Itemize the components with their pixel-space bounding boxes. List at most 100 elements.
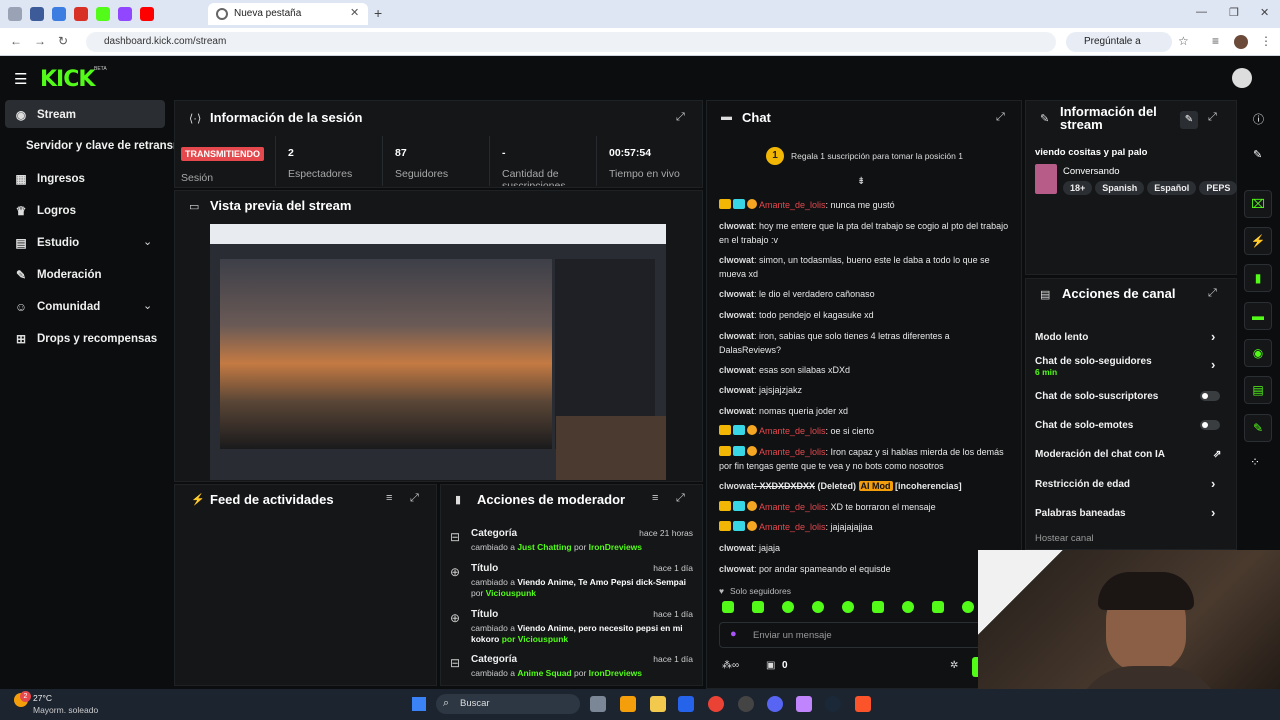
sidebar-item-stream[interactable]: ◉ Stream <box>14 108 76 122</box>
subs-only-toggle[interactable] <box>1200 391 1220 401</box>
chat-username[interactable]: clwowat <box>719 289 754 299</box>
emote-icon[interactable] <box>782 601 794 613</box>
active-tab[interactable]: Nueva pestaña ✕ <box>208 3 368 25</box>
file-explorer-icon[interactable] <box>590 696 606 712</box>
chat-username[interactable]: Amante_de_lolis <box>759 522 826 532</box>
reload-icon[interactable]: ↻ <box>58 34 68 48</box>
store-icon[interactable] <box>678 696 694 712</box>
sidebar-item-logros[interactable]: ♛ Logros <box>14 204 76 218</box>
profile-avatar[interactable] <box>1234 35 1248 49</box>
emote-icon[interactable] <box>842 601 854 613</box>
copilot-icon[interactable] <box>620 696 636 712</box>
rail-button-actions[interactable]: ▤ <box>1244 376 1272 404</box>
chat-input[interactable]: ● Enviar un mensaje <box>719 622 981 648</box>
popout-icon[interactable]: ⤢ <box>1208 287 1217 300</box>
emote-icon[interactable] <box>752 601 764 613</box>
chat-username[interactable]: clwowat <box>719 221 754 231</box>
age-restriction-row[interactable]: Restricción de edad › <box>1035 476 1225 491</box>
restore-icon[interactable]: ❐ <box>1229 6 1239 19</box>
emote-icon[interactable] <box>722 601 734 613</box>
mod-action-user[interactable]: IronDreviews <box>589 542 642 552</box>
gift-sub-text[interactable]: Regala 1 suscripción para tomar la posic… <box>791 151 963 161</box>
chat-username[interactable]: clwowat <box>719 564 754 574</box>
youtube-tab-icon[interactable] <box>140 7 154 21</box>
settings-gear-icon[interactable]: ✲ <box>950 660 958 671</box>
mod-action-user[interactable]: por Viciouspunk <box>499 634 568 644</box>
taskbar-search[interactable]: ⌕ Buscar <box>436 694 580 714</box>
chevron-down-icon[interactable]: ⌄ <box>143 299 152 312</box>
tab-icon[interactable] <box>52 7 66 21</box>
kick-logo[interactable]: KICK <box>40 67 95 92</box>
bookmark-star-icon[interactable]: ☆ <box>1178 34 1189 48</box>
followers-only-row[interactable]: Chat de solo-seguidores 6 min › <box>1035 356 1225 378</box>
chat-username[interactable]: clwowat <box>719 365 754 375</box>
slow-mode-row[interactable]: Modo lento › <box>1035 329 1225 344</box>
app-icon[interactable] <box>796 696 812 712</box>
user-avatar[interactable] <box>1232 68 1252 88</box>
chat-username[interactable]: clwowat <box>719 310 754 320</box>
scroll-down-icon[interactable]: ⇟ <box>857 176 865 187</box>
brave-icon[interactable] <box>855 696 871 712</box>
popout-icon[interactable]: ⤢ <box>410 492 419 505</box>
sidebar-item-server-key[interactable]: Servidor y clave de retransm <box>26 140 183 152</box>
filter-icon[interactable]: ≡ <box>386 492 392 504</box>
close-window-icon[interactable]: ✕ <box>1260 6 1269 19</box>
chat-username[interactable]: Amante_de_lolis <box>759 502 826 512</box>
emote-icon[interactable] <box>872 601 884 613</box>
mod-action-value[interactable]: Anime Squad <box>517 668 571 678</box>
minimize-icon[interactable]: — <box>1196 6 1207 18</box>
back-icon[interactable]: ← <box>10 34 22 48</box>
mod-action-user[interactable]: Viciouspunk <box>486 588 536 598</box>
tab-icon[interactable] <box>30 7 44 21</box>
filter-icon[interactable]: ≡ <box>652 492 658 504</box>
emote-icon[interactable] <box>962 601 974 613</box>
rail-button-chat[interactable]: ▬ <box>1244 302 1272 330</box>
sidebar-item-estudio[interactable]: ▤ Estudio <box>14 236 79 250</box>
rail-button-mod[interactable]: ▮ <box>1244 264 1272 292</box>
emote-icon[interactable] <box>812 601 824 613</box>
chat-username[interactable]: Amante_de_lolis <box>759 200 826 210</box>
emote-icon[interactable] <box>932 601 944 613</box>
forward-icon[interactable]: → <box>34 34 46 48</box>
tab-icon[interactable] <box>8 7 22 21</box>
host-channel-row[interactable]: Hostear canal <box>1035 533 1225 544</box>
chat-username[interactable]: clwowat <box>719 543 754 553</box>
popout-icon[interactable]: ⤢ <box>1208 111 1217 124</box>
rail-button-bolt[interactable]: ⚡ <box>1244 227 1272 255</box>
gmail-tab-icon[interactable] <box>74 7 88 21</box>
ask-google-button[interactable]: Pregúntale a Google <box>1066 32 1172 67</box>
info-icon[interactable]: ⓘ <box>1253 111 1264 127</box>
chat-username[interactable]: clwowat <box>719 255 754 265</box>
kick-tab-icon[interactable] <box>96 7 110 21</box>
popout-icon[interactable]: ⤢ <box>676 492 685 505</box>
emote-icon[interactable] <box>902 601 914 613</box>
steam-icon[interactable] <box>825 696 841 712</box>
edit-pencil-icon[interactable]: ✎ <box>1180 111 1198 129</box>
popout-icon[interactable]: ⤢ <box>996 111 1005 124</box>
reading-list-icon[interactable]: ≡ <box>1212 34 1219 48</box>
banned-words-row[interactable]: Palabras baneadas › <box>1035 505 1225 520</box>
chat-username[interactable]: clwowat <box>719 481 754 491</box>
chat-username[interactable]: Amante_de_lolis <box>759 426 826 436</box>
stream-preview-video[interactable] <box>210 224 666 480</box>
chat-username[interactable]: Amante_de_lolis <box>759 447 826 457</box>
sidebar-item-ingresos[interactable]: ▦ Ingresos <box>14 172 85 186</box>
chat-username[interactable]: clwowat <box>719 331 754 341</box>
layout-icon[interactable]: ⁘ <box>1250 455 1260 469</box>
popout-icon[interactable]: ⤢ <box>676 111 685 124</box>
chrome-icon[interactable] <box>708 696 724 712</box>
category-name[interactable]: Conversando <box>1063 166 1120 177</box>
sidebar-item-moderacion[interactable]: ✎ Moderación <box>14 268 102 282</box>
new-tab-button[interactable]: + <box>374 5 382 21</box>
url-field[interactable]: dashboard.kick.com/stream <box>86 32 1056 52</box>
pencil-icon[interactable]: ✎ <box>1253 148 1262 161</box>
mic-icon[interactable]: ● <box>730 628 737 640</box>
menu-dots-icon[interactable]: ⋮ <box>1260 34 1272 48</box>
mod-action-value[interactable]: Just Chatting <box>517 542 571 552</box>
mod-action-user[interactable]: IronDreviews <box>589 668 642 678</box>
obs-icon[interactable] <box>738 696 754 712</box>
hamburger-menu-icon[interactable]: ☰ <box>14 70 27 88</box>
discord-icon[interactable] <box>767 696 783 712</box>
close-tab-icon[interactable]: ✕ <box>350 6 359 19</box>
ai-moderation-row[interactable]: Moderación del chat con IA ⇗ <box>1035 449 1225 460</box>
